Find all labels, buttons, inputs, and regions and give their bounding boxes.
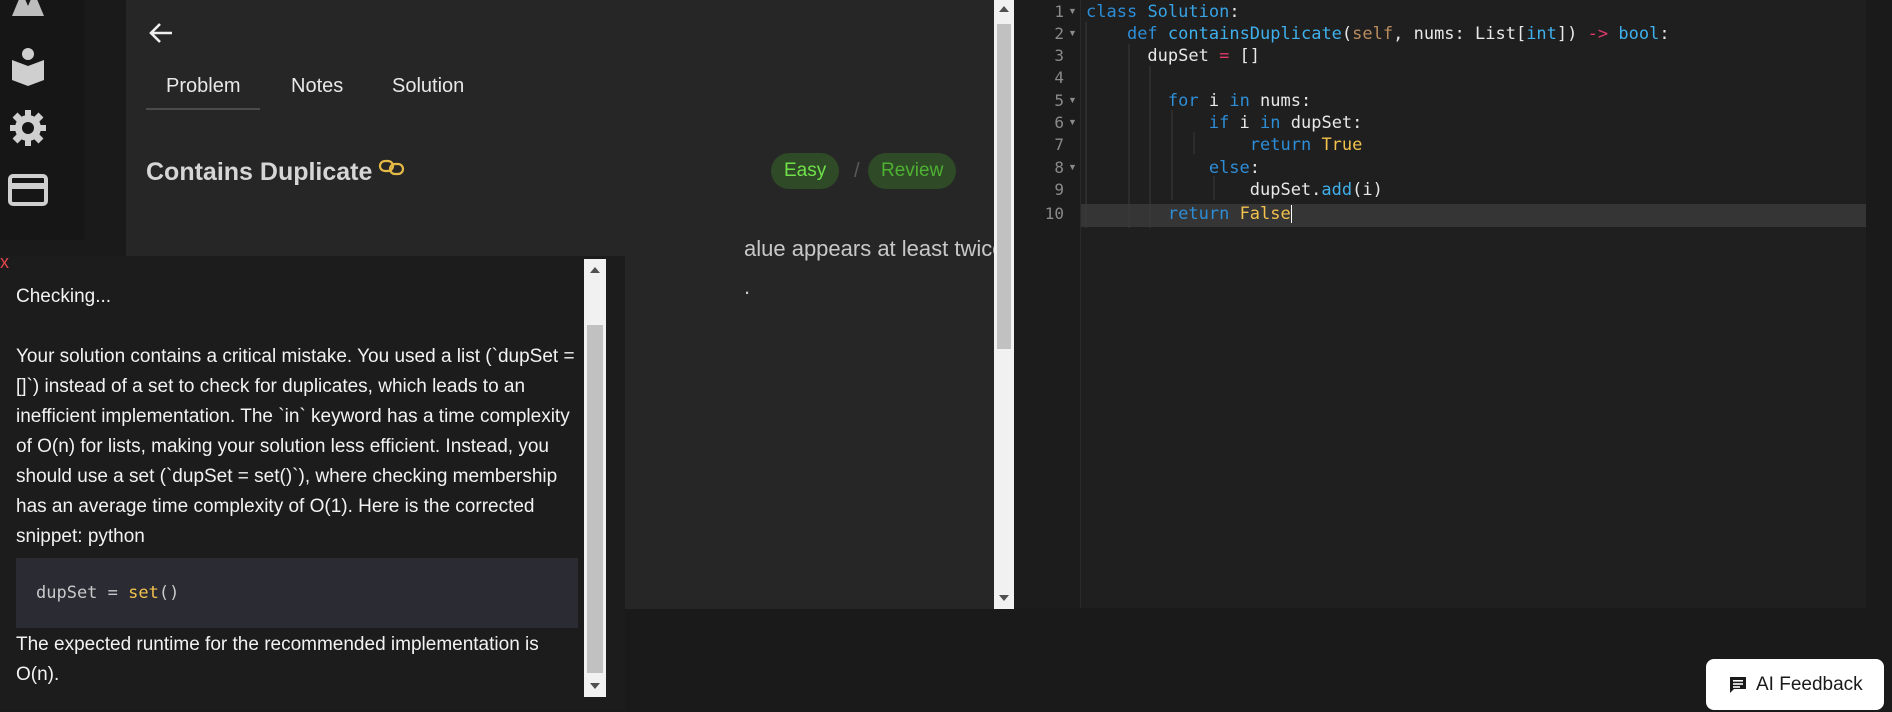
code-line-9: dupSet.add(i)	[1086, 180, 1383, 200]
code-line-8: else:	[1208, 158, 1261, 178]
code-var: dupSet =	[36, 583, 129, 603]
scroll-up-arrow-icon[interactable]	[590, 267, 600, 273]
page-title: Contains Duplicate	[146, 158, 373, 186]
feedback-content: Checking... Your solution contains a cri…	[16, 282, 578, 690]
problem-scrollbar[interactable]	[994, 0, 1014, 609]
close-feedback-button[interactable]: x	[0, 252, 9, 273]
feedback-scrollbar[interactable]	[584, 259, 606, 697]
gear-icon[interactable]	[8, 108, 48, 148]
ai-feedback-label: AI Feedback	[1756, 674, 1863, 695]
scroll-down-arrow-icon[interactable]	[999, 595, 1009, 601]
logo-icon[interactable]	[8, 0, 48, 26]
scrollbar-thumb[interactable]	[997, 24, 1011, 349]
ai-feedback-button[interactable]: AI Feedback	[1706, 659, 1884, 710]
code-editor[interactable]: 1 2 3 4 5 6 7 8 9 10 ▼ ▼ ▼ ▼ ▼ class Sol…	[1014, 0, 1866, 608]
code-line-1: class Solution:	[1086, 2, 1240, 22]
code-line-3: dupSet = []	[1086, 46, 1261, 66]
code-parens: ()	[158, 583, 180, 603]
code-line-2: def containsDuplicate(self, nums: List[i…	[1126, 24, 1670, 44]
code-line-6: if i in dupSet:	[1208, 113, 1363, 133]
code-line-10: return False	[1167, 204, 1292, 224]
feedback-panel: Checking... Your solution contains a cri…	[0, 256, 625, 711]
tab-problem[interactable]: Problem	[166, 75, 240, 98]
feedback-status: Checking...	[16, 286, 112, 307]
difficulty-badge: Easy	[771, 153, 840, 189]
text-cursor	[1290, 205, 1292, 223]
scroll-down-arrow-icon[interactable]	[590, 683, 600, 689]
book-reader-icon[interactable]	[8, 46, 48, 86]
review-badge[interactable]: Review	[868, 153, 957, 189]
tab-solution[interactable]: Solution	[392, 75, 464, 98]
description-text-2: .	[744, 274, 751, 299]
sidebar-rail	[0, 0, 85, 240]
feedback-conclusion: The expected runtime for the recommended…	[16, 634, 539, 685]
code-call: set	[128, 583, 159, 603]
tab-notes[interactable]: Notes	[291, 75, 343, 98]
code-line-7: return True	[1249, 135, 1363, 155]
badge-separator: /	[854, 160, 860, 182]
chat-icon	[1730, 677, 1746, 693]
code-line-5: for i in nums:	[1167, 91, 1312, 111]
feedback-body: Your solution contains a critical mistak…	[16, 346, 575, 547]
back-arrow-icon[interactable]	[148, 20, 174, 50]
link-icon[interactable]	[378, 158, 406, 181]
scroll-up-arrow-icon[interactable]	[999, 6, 1009, 12]
active-tab-indicator	[146, 108, 260, 110]
code-snippet: dupSet = set()	[16, 558, 578, 628]
card-icon[interactable]	[8, 172, 48, 212]
scrollbar-thumb[interactable]	[587, 325, 603, 673]
